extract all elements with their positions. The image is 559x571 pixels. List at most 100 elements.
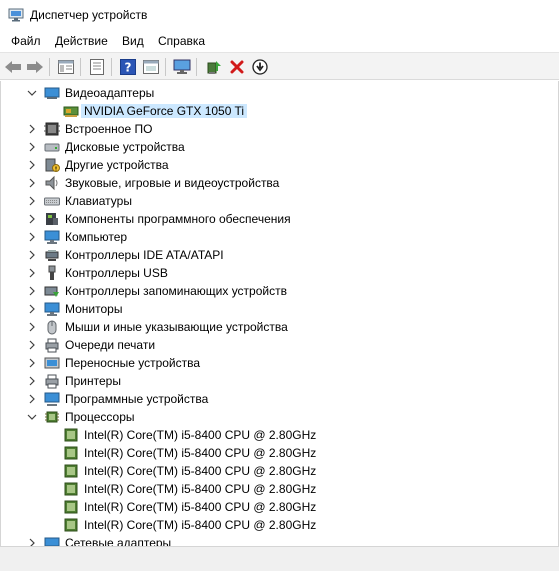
help-button[interactable]: ? (118, 57, 138, 77)
other-device-icon: ! (44, 157, 60, 173)
category-item[interactable]: Процессоры (1, 408, 558, 426)
chevron-right-icon[interactable] (26, 302, 38, 316)
install-driver-button[interactable] (250, 57, 270, 77)
cpu-icon (63, 463, 79, 479)
chevron-right-icon[interactable] (26, 338, 38, 352)
menu-bar: Файл Действие Вид Справка (0, 31, 559, 52)
software-device-icon (44, 391, 60, 407)
device-item[interactable]: Intel(R) Core(TM) i5-8400 CPU @ 2.80GHz (1, 426, 558, 444)
category-item[interactable]: Мыши и иные указывающие устройства (1, 318, 558, 336)
chevron-right-icon[interactable] (26, 122, 38, 136)
device-item[interactable]: Intel(R) Core(TM) i5-8400 CPU @ 2.80GHz (1, 444, 558, 462)
processor-icon (44, 409, 60, 425)
category-item[interactable]: Контроллеры IDE ATA/ATAPI (1, 246, 558, 264)
menu-view[interactable]: Вид (120, 34, 146, 48)
cpu-icon (63, 481, 79, 497)
chevron-right-icon[interactable] (26, 374, 38, 388)
tree-item-label: Дисковые устройства (65, 140, 185, 154)
category-item[interactable]: Видеоадаптеры (1, 84, 558, 102)
cpu-icon (63, 427, 79, 443)
tree-item-label: Контроллеры запоминающих устройств (65, 284, 287, 298)
category-item[interactable]: Клавиатуры (1, 192, 558, 210)
category-item[interactable]: Очереди печати (1, 336, 558, 354)
chevron-right-icon[interactable] (26, 230, 38, 244)
chevron-down-icon[interactable] (26, 86, 38, 100)
tree-item-label: Intel(R) Core(TM) i5-8400 CPU @ 2.80GHz (84, 464, 317, 478)
menu-action[interactable]: Действие (53, 34, 110, 48)
category-item[interactable]: Контроллеры запоминающих устройств (1, 282, 558, 300)
software-component-icon (44, 211, 60, 227)
ide-controller-icon (44, 247, 60, 263)
window-title: Диспетчер устройств (30, 8, 148, 22)
help-icon: ? (120, 59, 136, 75)
chevron-right-icon[interactable] (26, 176, 38, 190)
forward-button[interactable] (25, 57, 45, 77)
menu-help[interactable]: Справка (156, 34, 207, 48)
menu-file[interactable]: Файл (9, 34, 43, 48)
usb-icon (44, 265, 60, 281)
device-item[interactable]: Intel(R) Core(TM) i5-8400 CPU @ 2.80GHz (1, 462, 558, 480)
monitor-icon (173, 59, 191, 74)
tree-item-label: Сетевые адаптеры (65, 536, 172, 546)
tree-item-label: NVIDIA GeForce GTX 1050 Ti (81, 104, 248, 118)
uninstall-icon (230, 60, 244, 74)
chevron-right-icon[interactable] (26, 140, 38, 154)
storage-controller-icon (44, 283, 60, 299)
properties-button[interactable] (87, 57, 107, 77)
category-item[interactable]: Звуковые, игровые и видеоустройства (1, 174, 558, 192)
show-hide-tree-button[interactable] (56, 57, 76, 77)
tree-item-label: Программные устройства (65, 392, 209, 406)
category-item[interactable]: Контроллеры USB (1, 264, 558, 282)
chevron-right-icon[interactable] (26, 212, 38, 226)
device-item[interactable]: Intel(R) Core(TM) i5-8400 CPU @ 2.80GHz (1, 498, 558, 516)
category-item[interactable]: Встроенное ПО (1, 120, 558, 138)
chevron-right-icon[interactable] (26, 536, 38, 546)
tree-item-label: Очереди печати (65, 338, 156, 352)
mouse-icon (44, 319, 60, 335)
chevron-right-icon[interactable] (26, 284, 38, 298)
category-item[interactable]: Дисковые устройства (1, 138, 558, 156)
chevron-down-icon[interactable] (26, 410, 38, 424)
update-driver-button[interactable] (204, 57, 224, 77)
view-button[interactable] (141, 57, 161, 77)
tree-item-label: Клавиатуры (65, 194, 132, 208)
device-tree[interactable]: Видеоадаптеры NVIDIA GeForce GTX 1050 Ti В… (0, 81, 559, 546)
tree-item-label: Компоненты программного обеспечения (65, 212, 291, 226)
device-item[interactable]: NVIDIA GeForce GTX 1050 Ti (1, 102, 558, 120)
properties-sheet-icon (90, 59, 104, 75)
category-item[interactable]: Сетевые адаптеры (1, 534, 558, 546)
svg-text:?: ? (125, 61, 132, 75)
device-item[interactable]: Intel(R) Core(TM) i5-8400 CPU @ 2.80GHz (1, 516, 558, 534)
tree-item-label: Встроенное ПО (65, 122, 153, 136)
device-item[interactable]: Intel(R) Core(TM) i5-8400 CPU @ 2.80GHz (1, 480, 558, 498)
tree-item-label: Intel(R) Core(TM) i5-8400 CPU @ 2.80GHz (84, 482, 317, 496)
category-item[interactable]: Программные устройства (1, 390, 558, 408)
category-item[interactable]: Компоненты программного обеспечения (1, 210, 558, 228)
tree-item-label: Intel(R) Core(TM) i5-8400 CPU @ 2.80GHz (84, 500, 317, 514)
category-item[interactable]: Мониторы (1, 300, 558, 318)
uninstall-device-button[interactable] (227, 57, 247, 77)
scan-hardware-button[interactable] (172, 57, 192, 77)
category-item[interactable]: Переносные устройства (1, 354, 558, 372)
chevron-right-icon[interactable] (26, 158, 38, 172)
display-adapter-icon (44, 85, 60, 101)
category-item[interactable]: Принтеры (1, 372, 558, 390)
toolbar-separator (80, 58, 81, 76)
portable-device-icon (44, 355, 60, 371)
toolbar-separator (111, 58, 112, 76)
tree-item-label: Другие устройства (65, 158, 169, 172)
back-button[interactable] (3, 57, 23, 77)
category-item[interactable]: Компьютер (1, 228, 558, 246)
chevron-right-icon[interactable] (26, 266, 38, 280)
disk-icon (44, 139, 60, 155)
tree-item-label: Контроллеры IDE ATA/ATAPI (65, 248, 224, 262)
tree-item-label: Мониторы (65, 302, 123, 316)
chevron-right-icon[interactable] (26, 248, 38, 262)
chevron-right-icon[interactable] (26, 320, 38, 334)
printer-icon (44, 373, 60, 389)
gpu-icon (63, 103, 79, 119)
category-item[interactable]: ! Другие устройства (1, 156, 558, 174)
chevron-right-icon[interactable] (26, 392, 38, 406)
chevron-right-icon[interactable] (26, 194, 38, 208)
chevron-right-icon[interactable] (26, 356, 38, 370)
